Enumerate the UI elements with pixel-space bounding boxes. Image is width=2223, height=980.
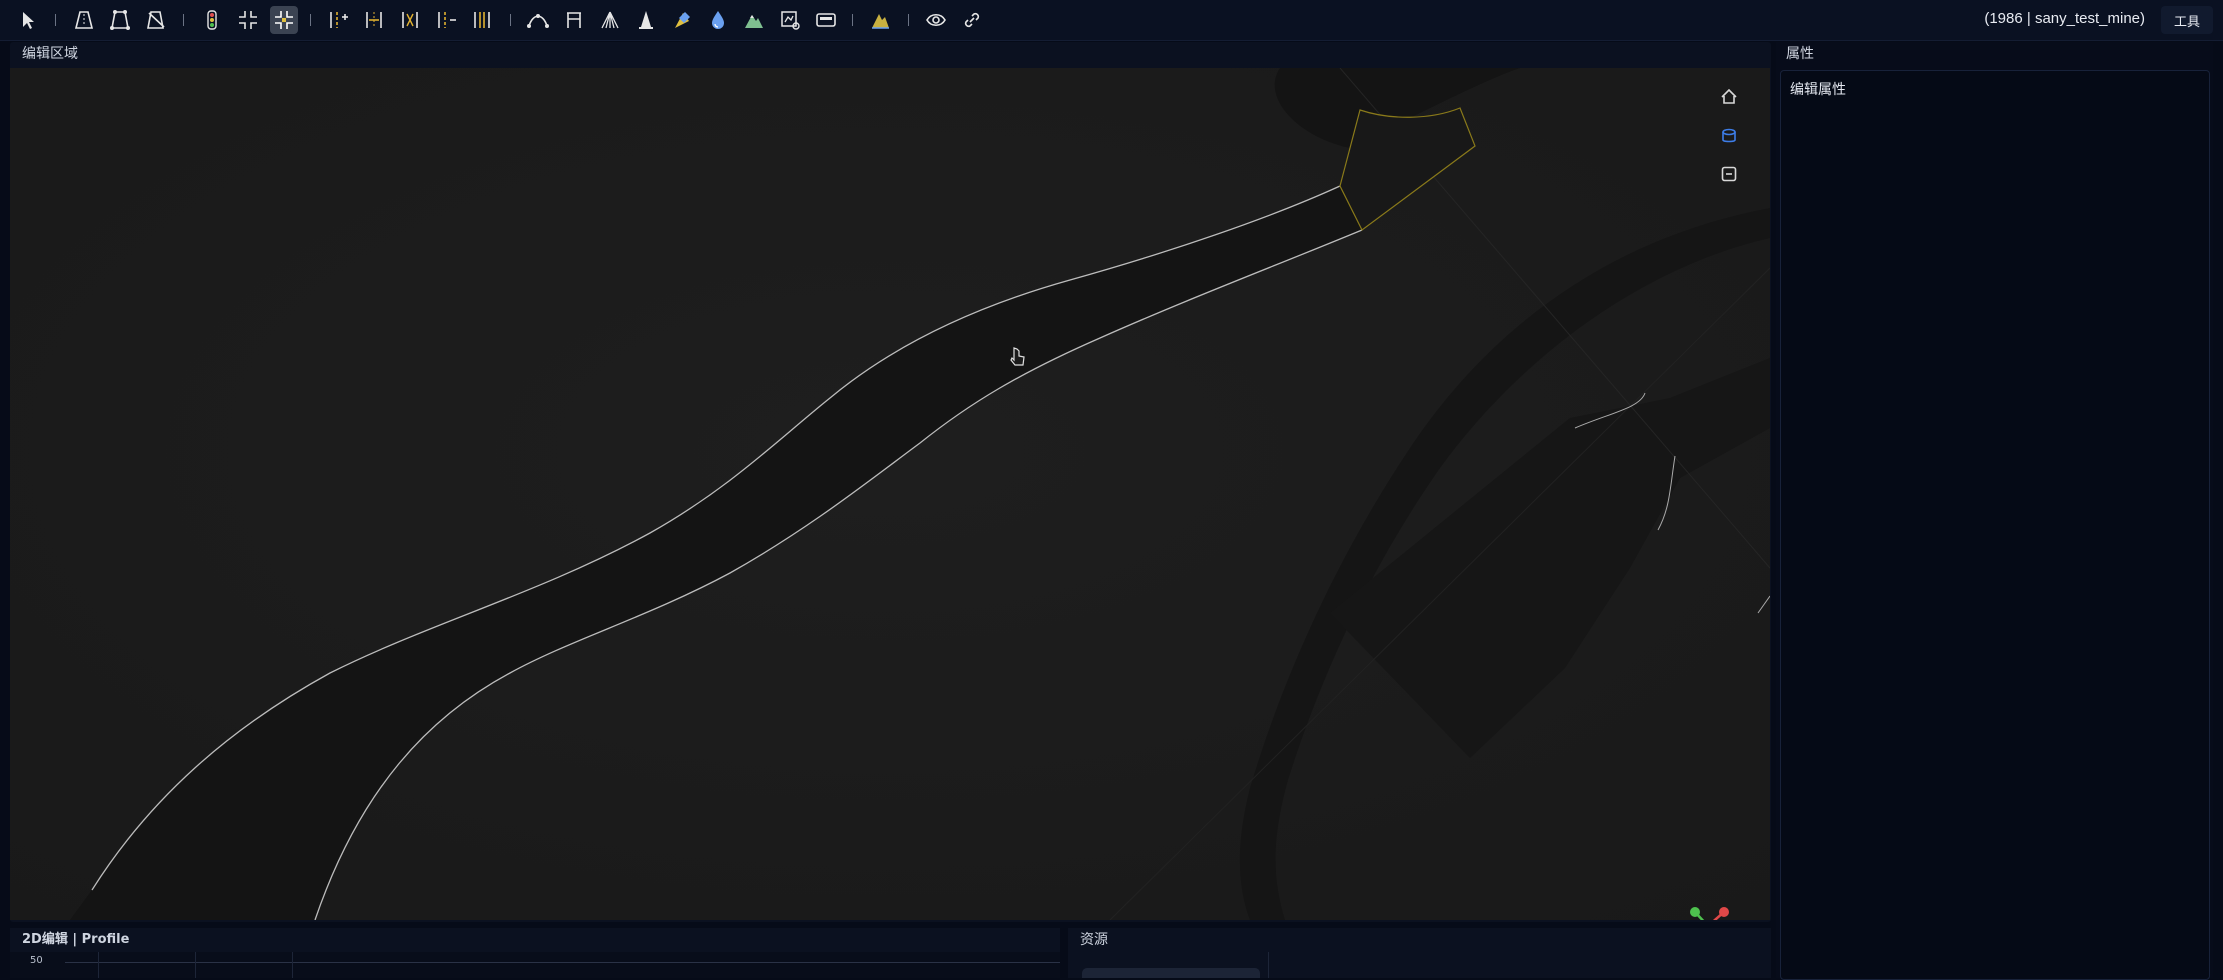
toolbar-separator — [852, 14, 853, 26]
edit-area-title: 编辑区域 — [22, 46, 78, 62]
collapse-icon[interactable] — [1716, 161, 1742, 187]
junction-edit-icon[interactable] — [270, 6, 298, 34]
traffic-light-icon[interactable] — [198, 6, 226, 34]
select-pointer-icon[interactable] — [14, 6, 42, 34]
layer-icon[interactable] — [1716, 123, 1742, 149]
resources-panel: 资源 — [1068, 928, 1771, 978]
main-toolbar: (1986 | sany_test_mine) 工具 — [0, 0, 2223, 41]
lane-split-icon[interactable] — [432, 6, 460, 34]
3d-viewport[interactable] — [10, 68, 1770, 920]
road-edit-icon[interactable] — [106, 6, 134, 34]
map-edit-icon[interactable] — [776, 6, 804, 34]
terrain-paint-icon[interactable] — [668, 6, 696, 34]
project-label: (1986 | sany_test_mine) — [1984, 10, 2145, 27]
mountain-icon[interactable] — [740, 6, 768, 34]
lane-width-icon[interactable] — [360, 6, 388, 34]
resources-title: 资源 — [1080, 932, 1108, 948]
bus-stop-icon[interactable] — [812, 6, 840, 34]
toolbar-separator — [310, 14, 311, 26]
resources-item[interactable] — [1082, 968, 1260, 978]
lane-link-icon[interactable] — [396, 6, 424, 34]
profile-chart[interactable]: 50 — [10, 952, 1060, 978]
road-icon[interactable] — [70, 6, 98, 34]
home-icon[interactable] — [1716, 84, 1742, 110]
toolbar-separator — [510, 14, 511, 26]
profile-title: 2D编辑 | Profile — [22, 932, 130, 947]
eye-icon[interactable] — [922, 6, 950, 34]
road-scene[interactable] — [10, 68, 1770, 920]
road-delete-icon[interactable] — [142, 6, 170, 34]
pedestrian-crossing-icon[interactable] — [596, 6, 624, 34]
toolbar-separator — [908, 14, 909, 26]
profile-panel: 2D编辑 | Profile 50 — [10, 928, 1060, 978]
properties-body: 编辑属性 — [1780, 70, 2210, 980]
axis-gizmo[interactable] — [1678, 896, 1738, 920]
bridge-icon[interactable] — [560, 6, 588, 34]
water-icon[interactable] — [704, 6, 732, 34]
curve-icon[interactable] — [524, 6, 552, 34]
link-icon[interactable] — [958, 6, 986, 34]
toolbar-separator — [183, 14, 184, 26]
lane-add-icon[interactable] — [324, 6, 352, 34]
junction-icon[interactable] — [234, 6, 262, 34]
elevation-icon[interactable] — [866, 6, 894, 34]
toolbar-separator — [55, 14, 56, 26]
properties-title: 属性 — [1786, 46, 1814, 62]
lane-marking-icon[interactable] — [468, 6, 496, 34]
profile-axis-tick: 50 — [30, 955, 43, 966]
edit-properties-label: 编辑属性 — [1790, 82, 1846, 98]
cone-icon[interactable] — [632, 6, 660, 34]
tools-menu-button[interactable]: 工具 — [2161, 6, 2213, 34]
